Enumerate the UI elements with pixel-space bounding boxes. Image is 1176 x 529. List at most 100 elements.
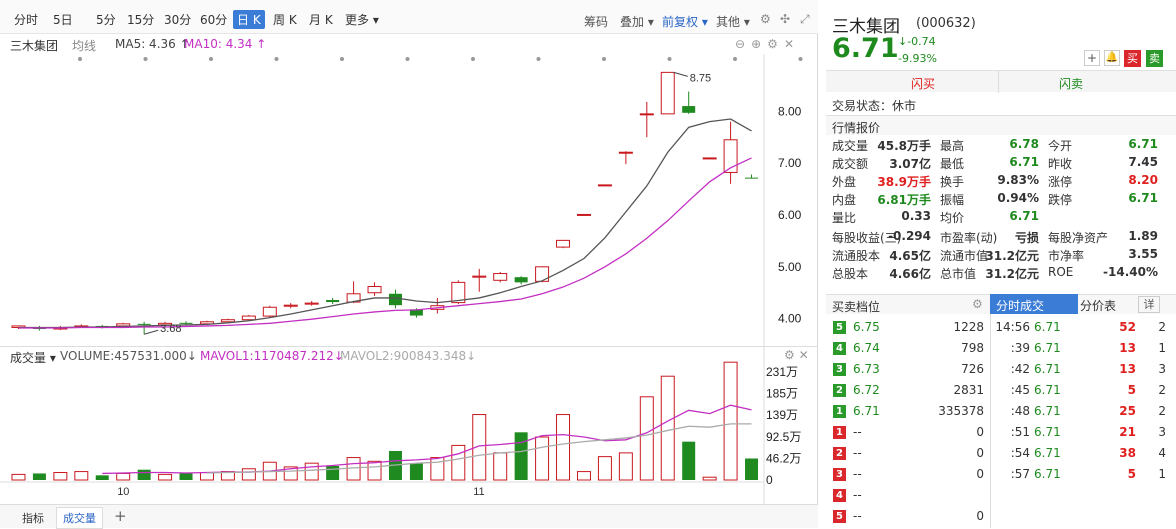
orderbook-row[interactable]: 5 6.75 1228	[826, 319, 990, 337]
candle-body[interactable]	[576, 213, 591, 216]
chart-controls[interactable]: ⊖⊕⚙✕	[735, 37, 800, 51]
tab-time-sales[interactable]: 分时成交	[990, 294, 1078, 314]
candle-body[interactable]	[241, 315, 256, 321]
volume-bar[interactable]	[32, 473, 46, 480]
period-month-k[interactable]: 月 K	[309, 11, 333, 28]
volume-bar[interactable]	[576, 471, 591, 481]
plus-icon[interactable]: ⊕	[751, 37, 767, 51]
add-tab-icon[interactable]: +	[114, 507, 127, 525]
event-marker[interactable]	[733, 57, 737, 61]
settings-icon[interactable]: ⚙	[760, 12, 771, 26]
volume-bar[interactable]	[241, 468, 256, 481]
orderbook-row[interactable]: 2 -- 0	[826, 445, 990, 463]
candle-body[interactable]	[367, 286, 382, 294]
overlay-menu[interactable]: 叠加 ▾	[620, 13, 654, 30]
candle-body[interactable]	[262, 306, 277, 317]
candle-body[interactable]	[745, 177, 759, 179]
candle-body[interactable]	[137, 323, 151, 325]
expand-icon[interactable]: ⤢	[800, 12, 810, 27]
volume-bar[interactable]	[11, 473, 26, 481]
orderbook-row[interactable]: 5 -- 0	[826, 508, 990, 526]
orderbook-row[interactable]: 2 6.72 2831	[826, 382, 990, 400]
volume-bar[interactable]	[745, 458, 759, 480]
volume-bar[interactable]	[95, 475, 109, 480]
period-5day[interactable]: 5日	[53, 11, 73, 28]
volume-title[interactable]: 成交量 ▾	[10, 349, 56, 366]
candle-body[interactable]	[660, 71, 675, 115]
orderbook-row[interactable]: 4 6.74 798	[826, 340, 990, 358]
more-menu[interactable]: 更多 ▾	[345, 11, 379, 28]
alert-bell-icon[interactable]: 🔔	[1104, 50, 1120, 66]
avg-line-menu[interactable]: 均线	[72, 37, 96, 54]
candle-body[interactable]	[639, 113, 654, 116]
event-marker[interactable]	[143, 57, 148, 61]
adjust-menu[interactable]: 前复权 ▾	[662, 13, 708, 30]
volume-bar[interactable]	[660, 375, 675, 481]
close-icon[interactable]: ✕	[784, 37, 800, 51]
kline-chart[interactable]: 8.00 7.00 6.00 5.00 4.00 231万 185万 139万 92.5万 46.…	[0, 54, 818, 504]
candle-body[interactable]	[326, 300, 340, 303]
crosshair-icon[interactable]: ✣	[780, 12, 790, 26]
volume-bar[interactable]	[535, 436, 550, 481]
buy-button[interactable]: 买	[1124, 50, 1141, 67]
volume-bar[interactable]	[451, 444, 466, 481]
volume-bar[interactable]	[137, 469, 151, 480]
volume-bar[interactable]	[556, 414, 571, 481]
volume-bar[interactable]	[158, 473, 173, 481]
volume-bar[interactable]	[409, 463, 423, 480]
candle-body[interactable]	[116, 323, 131, 327]
period-day-k[interactable]: 日 K	[233, 10, 265, 29]
volume-bar[interactable]	[723, 361, 738, 481]
orderbook-row[interactable]: 3 6.73 726	[826, 361, 990, 379]
event-marker[interactable]	[471, 57, 475, 61]
event-marker[interactable]	[274, 57, 279, 61]
volume-bar[interactable]	[702, 476, 717, 481]
candle-body[interactable]	[220, 319, 235, 323]
orderbook-settings-icon[interactable]: ⚙	[972, 297, 983, 311]
volume-bar[interactable]	[179, 473, 193, 480]
period-15min[interactable]: 15分	[127, 11, 154, 28]
period-30min[interactable]: 30分	[164, 11, 191, 28]
volume-bar[interactable]	[199, 472, 214, 481]
candle-body[interactable]	[304, 302, 319, 305]
detail-button[interactable]: 详	[1138, 296, 1160, 313]
candle-body[interactable]	[618, 151, 633, 154]
candle-body[interactable]	[388, 293, 402, 306]
volume-bar[interactable]	[116, 472, 131, 481]
volume-bar[interactable]	[367, 460, 382, 481]
candle-body[interactable]	[682, 106, 696, 113]
event-marker[interactable]	[602, 57, 606, 61]
candle-body[interactable]	[493, 273, 508, 281]
volume-settings-icon[interactable]: ⚙ ✕	[784, 348, 809, 362]
other-menu[interactable]: 其他 ▾	[716, 13, 750, 30]
minus-icon[interactable]: ⊖	[735, 37, 751, 51]
volume-bar[interactable]	[493, 452, 508, 481]
chips-button[interactable]: 筹码	[584, 13, 608, 30]
candle-body[interactable]	[556, 239, 571, 248]
period-60min[interactable]: 60分	[200, 11, 227, 28]
volume-bar[interactable]	[304, 462, 319, 481]
period-fenshi[interactable]: 分时	[14, 11, 38, 28]
flash-sell-button[interactable]: 闪卖	[1059, 75, 1083, 92]
period-5min[interactable]: 5分	[96, 11, 116, 28]
volume-bar[interactable]	[618, 452, 633, 481]
candle-body[interactable]	[702, 157, 717, 160]
tab-price-table[interactable]: 分价表	[1080, 297, 1116, 314]
event-marker[interactable]	[798, 57, 803, 61]
candle-body[interactable]	[514, 277, 528, 283]
volume-bar[interactable]	[514, 432, 528, 480]
orderbook-row[interactable]: 1 6.71 335378	[826, 403, 990, 421]
event-marker[interactable]	[536, 57, 541, 61]
period-week-k[interactable]: 周 K	[273, 11, 297, 28]
add-watch-icon[interactable]: +	[1084, 50, 1100, 66]
event-marker[interactable]	[405, 57, 410, 61]
event-marker[interactable]	[667, 57, 672, 61]
gear-icon[interactable]: ⚙	[767, 37, 784, 51]
volume-bar[interactable]	[597, 456, 612, 481]
orderbook-row[interactable]: 4 --	[826, 487, 990, 505]
tab-indicator[interactable]: 指标	[22, 510, 44, 526]
volume-bar[interactable]	[639, 396, 654, 481]
candle-body[interactable]	[283, 304, 298, 307]
candle-body[interactable]	[597, 184, 612, 187]
sell-button[interactable]: 卖	[1146, 50, 1163, 67]
